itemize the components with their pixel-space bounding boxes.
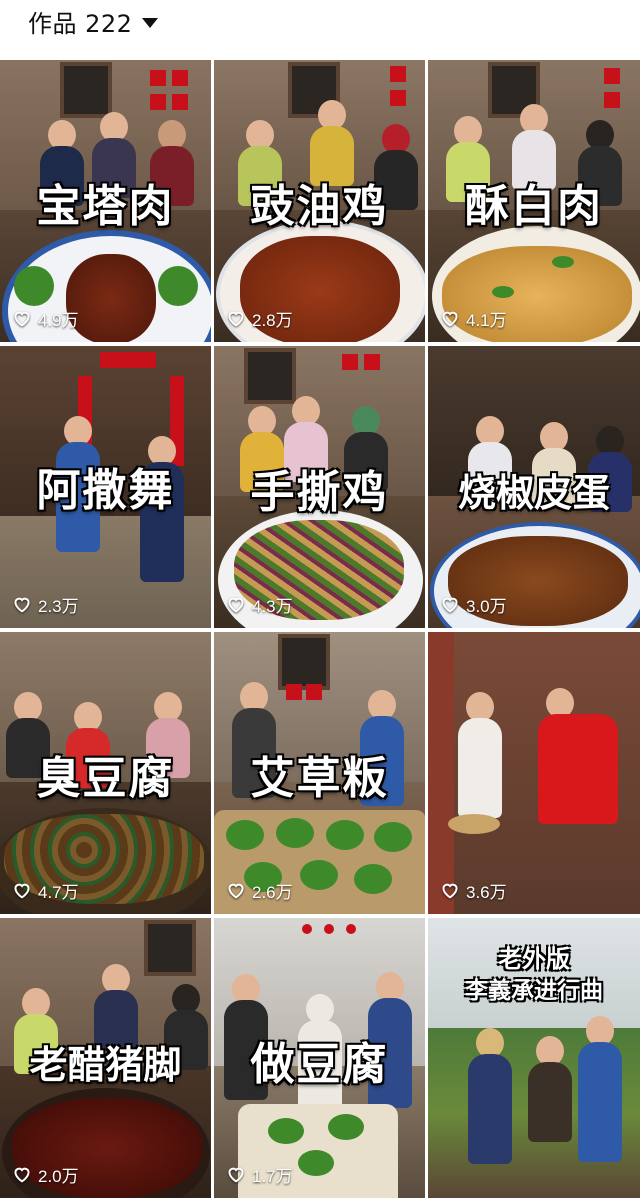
heart-outline-icon (442, 597, 458, 613)
video-tile[interactable]: 做豆腐 1.7万 (214, 918, 425, 1198)
heart-outline-icon (228, 311, 244, 327)
like-count: 2.8万 (226, 306, 293, 330)
video-caption: 手撕鸡 (250, 466, 389, 519)
video-caption: 老醋猪脚 (28, 1042, 182, 1088)
heart-outline-icon (228, 1167, 244, 1183)
video-tile[interactable]: 阿撒舞 2.3万 (0, 346, 211, 628)
heart-outline-icon (228, 883, 244, 899)
video-tile[interactable]: 烧椒皮蛋 3.0万 (428, 346, 640, 628)
video-caption: 臭豆腐 (36, 752, 175, 805)
video-tile[interactable]: 老醋猪脚 2.0万 (0, 918, 211, 1198)
like-count: 4.1万 (440, 306, 507, 330)
video-caption: 豉油鸡 (250, 180, 389, 233)
heart-outline-icon (228, 597, 244, 613)
heart-outline-icon (14, 311, 30, 327)
heart-outline-icon (14, 597, 30, 613)
video-tile[interactable]: 豉油鸡 2.8万 (214, 60, 425, 342)
heart-outline-icon (14, 1167, 30, 1183)
video-tile[interactable]: 老外版 李義承进行曲 (428, 918, 640, 1198)
like-count: 1.7万 (226, 1162, 293, 1186)
video-caption: 艾草粄 (250, 752, 389, 805)
video-tile[interactable]: 臭豆腐 4.7万 (0, 632, 211, 914)
like-count: 3.6万 (440, 878, 507, 902)
video-title-line: 李義承进行曲 (465, 977, 603, 1004)
heart-outline-icon (14, 883, 30, 899)
video-caption: 宝塔肉 (36, 180, 175, 233)
video-tile[interactable]: 手撕鸡 4.3万 (214, 346, 425, 628)
like-count: 3.0万 (440, 592, 507, 616)
works-count-label[interactable]: 作品 222 (28, 8, 132, 40)
heart-outline-icon (442, 311, 458, 327)
like-count: 4.9万 (12, 306, 79, 330)
like-count: 4.3万 (226, 592, 293, 616)
video-caption: 阿撒舞 (36, 464, 175, 517)
like-count: 2.6万 (226, 878, 293, 902)
video-tile[interactable]: 酥白肉 4.1万 (428, 60, 640, 342)
video-tile[interactable]: 3.6万 (428, 632, 640, 914)
like-count: 4.7万 (12, 878, 79, 902)
like-count: 2.0万 (12, 1162, 79, 1186)
video-tile[interactable]: 宝塔肉 4.9万 (0, 60, 211, 342)
video-tile[interactable]: 艾草粄 2.6万 (214, 632, 425, 914)
caret-down-icon[interactable] (142, 18, 158, 28)
heart-outline-icon (442, 883, 458, 899)
video-caption: 做豆腐 (250, 1038, 389, 1091)
video-title-line: 老外版 (498, 944, 570, 973)
video-caption: 烧椒皮蛋 (457, 470, 611, 516)
profile-works-header: 作品 222 (0, 0, 640, 56)
video-caption: 酥白肉 (464, 180, 603, 233)
video-grid: 宝塔肉 4.9万 豉油鸡 2.8万 酥白肉 4.1万 阿撒舞 2.3万 手撕鸡 … (0, 60, 640, 1198)
like-count: 2.3万 (12, 592, 79, 616)
